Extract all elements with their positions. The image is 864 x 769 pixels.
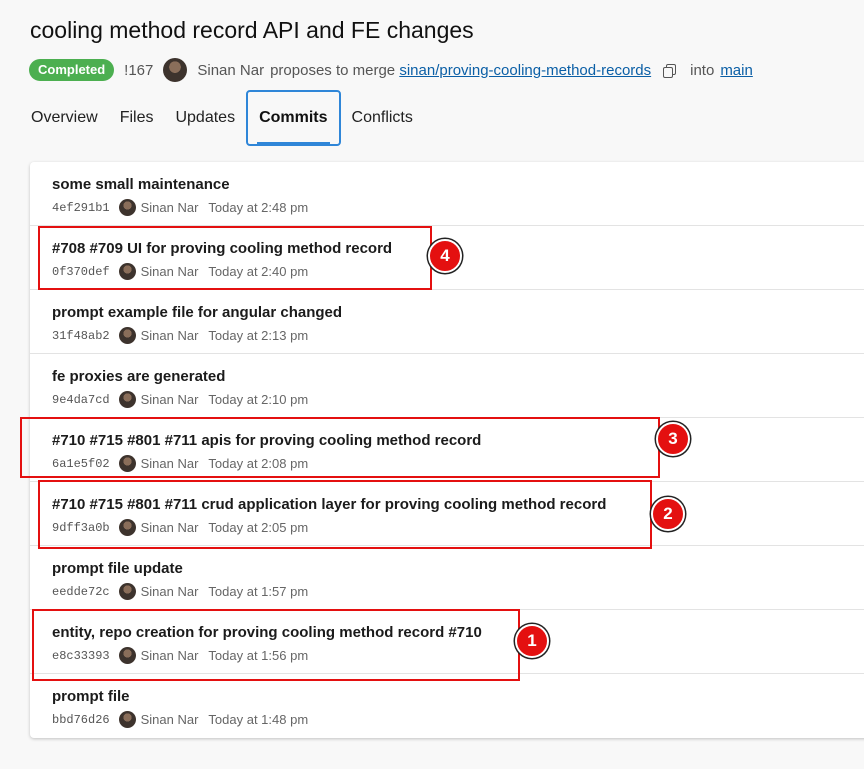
- avatar: [118, 199, 136, 216]
- into-text: into: [690, 61, 715, 79]
- list-item[interactable]: prompt file update eedde72c Sinan Nar Toda…: [30, 546, 864, 610]
- commit-author: Sinan Nar: [140, 200, 199, 215]
- highlight-box: [38, 226, 432, 290]
- commit-hash[interactable]: 4ef291b1: [52, 201, 110, 215]
- commit-author: Sinan Nar: [140, 392, 199, 407]
- avatar: [118, 583, 136, 600]
- tab-conflicts[interactable]: Conflicts: [341, 90, 424, 146]
- commit-time: Today at 1:57 pm: [208, 584, 309, 599]
- avatar: [118, 711, 136, 728]
- annotation-marker: 2: [651, 497, 685, 531]
- highlight-box: [38, 480, 652, 549]
- list-item[interactable]: some small maintenance 4ef291b1 Sinan Nar…: [30, 162, 864, 226]
- proposes-text: proposes to merge: [270, 61, 396, 79]
- commit-time: Today at 2:10 pm: [208, 392, 309, 407]
- commit-author: Sinan Nar: [140, 328, 199, 343]
- commit-author: Sinan Nar: [140, 712, 199, 727]
- commit-time: Today at 2:48 pm: [208, 200, 309, 215]
- commit-time: Today at 1:48 pm: [208, 712, 309, 727]
- commit-hash[interactable]: eedde72c: [52, 585, 110, 599]
- tab-bar: Overview Files Updates Commits Conflicts: [20, 90, 424, 146]
- highlight-box: [32, 609, 520, 681]
- author-name: Sinan Nar: [197, 61, 265, 79]
- tab-updates[interactable]: Updates: [164, 90, 246, 146]
- status-badge: Completed: [29, 59, 115, 81]
- avatar[interactable]: [163, 58, 188, 82]
- commit-message[interactable]: fe proxies are generated: [52, 368, 858, 385]
- tab-commits[interactable]: Commits: [246, 90, 341, 146]
- commit-author: Sinan Nar: [140, 584, 199, 599]
- highlight-box: [20, 417, 660, 478]
- avatar: [118, 391, 136, 408]
- commit-message[interactable]: some small maintenance: [52, 176, 858, 193]
- list-item[interactable]: fe proxies are generated 9e4da7cd Sinan N…: [30, 354, 864, 418]
- target-branch-link[interactable]: main: [720, 62, 753, 79]
- commit-message[interactable]: prompt file: [52, 688, 858, 705]
- copy-icon[interactable]: [663, 63, 677, 78]
- pr-id: !167: [124, 61, 154, 79]
- avatar: [118, 327, 136, 344]
- commit-message[interactable]: prompt file update: [52, 560, 858, 577]
- commit-hash[interactable]: 31f48ab2: [52, 329, 110, 343]
- page-title: cooling method record API and FE changes: [30, 17, 474, 43]
- commit-time: Today at 2:13 pm: [208, 328, 309, 343]
- list-item[interactable]: prompt file bbd76d26 Sinan Nar Today at 1:…: [30, 674, 864, 738]
- annotation-marker: 1: [515, 624, 549, 658]
- commit-hash[interactable]: 9e4da7cd: [52, 393, 110, 407]
- pr-meta: Completed !167 Sinan Nar proposes to mer…: [29, 58, 753, 82]
- tab-overview[interactable]: Overview: [20, 90, 109, 146]
- commit-hash[interactable]: bbd76d26: [52, 713, 110, 727]
- list-item[interactable]: prompt example file for angular changed …: [30, 290, 864, 354]
- tab-files[interactable]: Files: [109, 90, 165, 146]
- annotation-marker: 3: [656, 422, 690, 456]
- commit-message[interactable]: prompt example file for angular changed: [52, 304, 858, 321]
- source-branch-link[interactable]: sinan/proving-cooling-method-records: [399, 62, 651, 79]
- annotation-marker: 4: [428, 239, 462, 273]
